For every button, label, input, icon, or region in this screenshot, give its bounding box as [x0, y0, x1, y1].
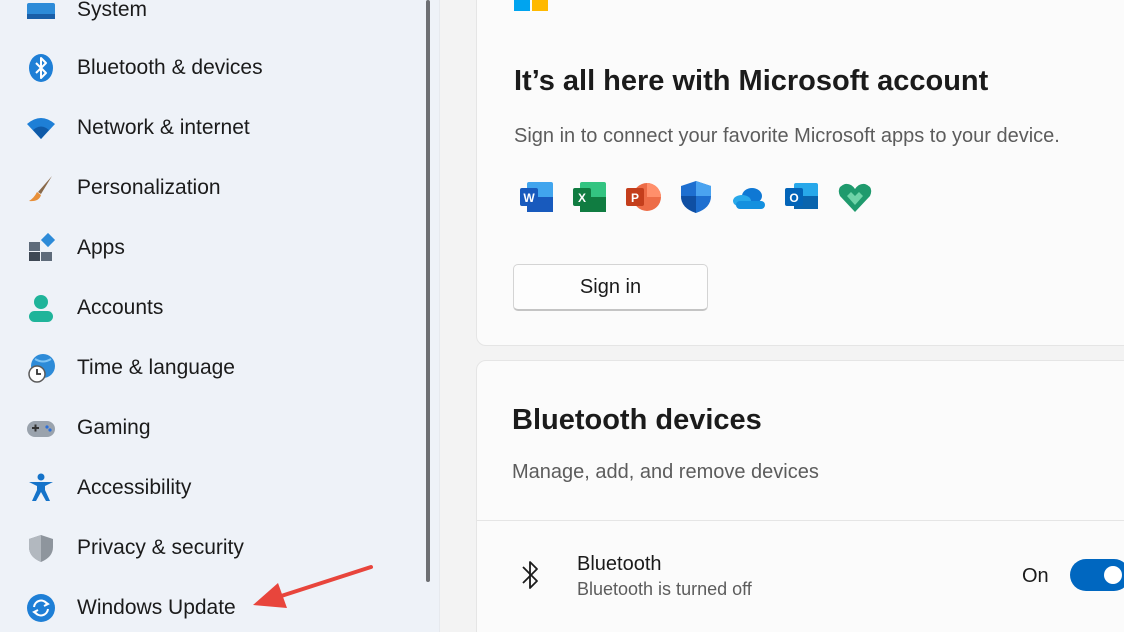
sidebar-item-bluetooth[interactable]: Bluetooth & devices [0, 40, 420, 96]
sidebar-item-network[interactable]: Network & internet [0, 100, 420, 156]
bluetooth-devices-title: Bluetooth devices [512, 404, 762, 436]
microsoft-account-subtitle: Sign in to connect your favorite Microso… [514, 125, 1060, 147]
shield-icon [26, 533, 56, 563]
sign-in-button[interactable]: Sign in [513, 264, 708, 311]
bluetooth-row-name: Bluetooth [577, 553, 662, 575]
powerpoint-icon: P [626, 183, 661, 211]
sidebar-item-gaming[interactable]: Gaming [0, 400, 420, 456]
bluetooth-row-status: Bluetooth is turned off [577, 579, 752, 599]
sidebar: System Bluetooth & devices Network & int… [0, 0, 440, 632]
accessibility-icon [26, 473, 56, 503]
sidebar-item-system[interactable]: System [0, 0, 420, 38]
family-icon [838, 183, 872, 212]
svg-text:W: W [523, 191, 535, 205]
sidebar-item-apps[interactable]: Apps [0, 220, 420, 276]
defender-icon [681, 181, 711, 213]
main-content: It’s all here with Microsoft account Sig… [440, 0, 1124, 632]
sidebar-item-label: Time & language [77, 356, 235, 379]
bluetooth-devices-subtitle: Manage, add, and remove devices [512, 461, 819, 483]
excel-icon: X [573, 182, 606, 212]
sidebar-item-label: Accessibility [77, 476, 192, 499]
app-icons-row: W X P O [519, 179, 873, 215]
microsoft-account-title: It’s all here with Microsoft account [514, 65, 989, 97]
sidebar-scrollbar[interactable] [426, 0, 430, 582]
brush-icon [26, 173, 56, 203]
bluetooth-icon [26, 53, 56, 83]
microsoft-account-card: It’s all here with Microsoft account Sig… [476, 0, 1124, 346]
sidebar-item-label: Accounts [77, 296, 164, 319]
sidebar-item-personalization[interactable]: Personalization [0, 160, 420, 216]
sidebar-item-label: Network & internet [77, 116, 250, 139]
sidebar-item-label: Windows Update [77, 596, 236, 619]
svg-text:O: O [789, 191, 798, 205]
bluetooth-icon [522, 561, 538, 589]
annotation-arrow-icon [253, 565, 373, 608]
outlook-icon: O [785, 183, 818, 209]
sidebar-item-label: Gaming [77, 416, 151, 439]
apps-icon [26, 233, 56, 263]
sidebar-item-label: Personalization [77, 176, 221, 199]
bluetooth-toggle-row[interactable]: Bluetooth Bluetooth is turned off On [477, 521, 1124, 631]
system-icon [26, 0, 56, 25]
word-icon: W [520, 182, 553, 212]
onedrive-icon [733, 188, 765, 209]
sidebar-item-accounts[interactable]: Accounts [0, 280, 420, 336]
bluetooth-toggle-switch[interactable] [1070, 559, 1124, 591]
bluetooth-devices-card: Bluetooth devices Manage, add, and remov… [476, 360, 1124, 632]
svg-text:P: P [631, 191, 639, 205]
globe-clock-icon [26, 353, 56, 383]
sidebar-item-accessibility[interactable]: Accessibility [0, 460, 420, 516]
microsoft-logo-icon [514, 0, 548, 11]
sidebar-item-label: System [77, 0, 148, 21]
wifi-icon [26, 113, 56, 143]
gamepad-icon [26, 413, 56, 443]
toggle-knob [1104, 566, 1122, 584]
sidebar-item-label: Privacy & security [77, 536, 244, 559]
person-icon [26, 293, 56, 323]
sidebar-item-time-language[interactable]: Time & language [0, 340, 420, 396]
toggle-state-label: On [1022, 565, 1049, 587]
svg-text:X: X [578, 191, 586, 205]
sidebar-item-label: Bluetooth & devices [77, 56, 263, 79]
update-icon [26, 593, 56, 623]
sidebar-item-label: Apps [77, 236, 125, 259]
